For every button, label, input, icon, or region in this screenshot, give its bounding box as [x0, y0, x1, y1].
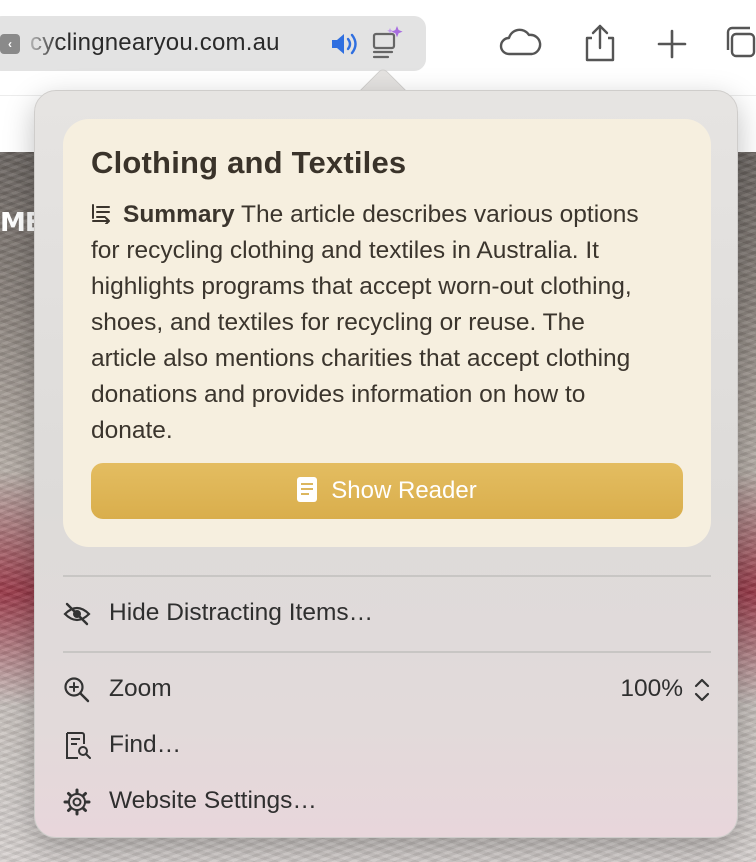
url-text[interactable]: cyclingnearyou.com.au [30, 29, 280, 57]
website-settings-item[interactable]: Website Settings… [63, 775, 711, 827]
find-item[interactable]: Find… [63, 719, 711, 771]
document-icon [297, 467, 318, 502]
find-label: Find… [109, 731, 182, 758]
show-reader-button[interactable]: Show Reader [91, 463, 683, 519]
summary-body: Summary The article describes various op… [91, 197, 651, 449]
find-document-icon [63, 732, 91, 760]
speaker-icon[interactable] [328, 28, 360, 60]
reader-ai-icon[interactable] [370, 24, 406, 62]
website-settings-label: Website Settings… [109, 787, 317, 814]
show-reader-label: Show Reader [331, 477, 477, 504]
url-fade [20, 24, 60, 62]
summary-label: Summary [123, 201, 235, 228]
zoom-in-icon [63, 676, 91, 704]
zoom-item[interactable]: Zoom 100% [63, 663, 711, 715]
chevron-up-down-icon[interactable] [693, 677, 711, 703]
back-chevron-icon[interactable]: ‹ [0, 34, 20, 54]
divider [63, 651, 711, 653]
new-tab-icon[interactable] [650, 24, 694, 64]
hide-distracting-items-item[interactable]: Hide Distracting Items… [63, 587, 711, 639]
share-icon[interactable] [578, 24, 622, 64]
tab-overview-icon[interactable] [722, 24, 756, 64]
eye-slash-icon [63, 600, 91, 628]
zoom-value[interactable]: 100% [620, 675, 683, 703]
gear-icon [63, 788, 91, 816]
summary-text: The article describes various options fo… [91, 201, 639, 444]
hide-distracting-items-label: Hide Distracting Items… [109, 599, 374, 626]
page-menu-popover: Clothing and Textiles Summary The articl… [34, 90, 738, 838]
summary-icon [91, 199, 117, 225]
icloud-tabs-icon[interactable] [498, 24, 542, 64]
summary-card: Clothing and Textiles Summary The articl… [63, 119, 711, 547]
address-bar[interactable]: ‹ cyclingnearyou.com.au [0, 16, 426, 71]
divider [63, 575, 711, 577]
summary-title: Clothing and Textiles [91, 145, 407, 180]
zoom-label: Zoom [109, 675, 172, 702]
